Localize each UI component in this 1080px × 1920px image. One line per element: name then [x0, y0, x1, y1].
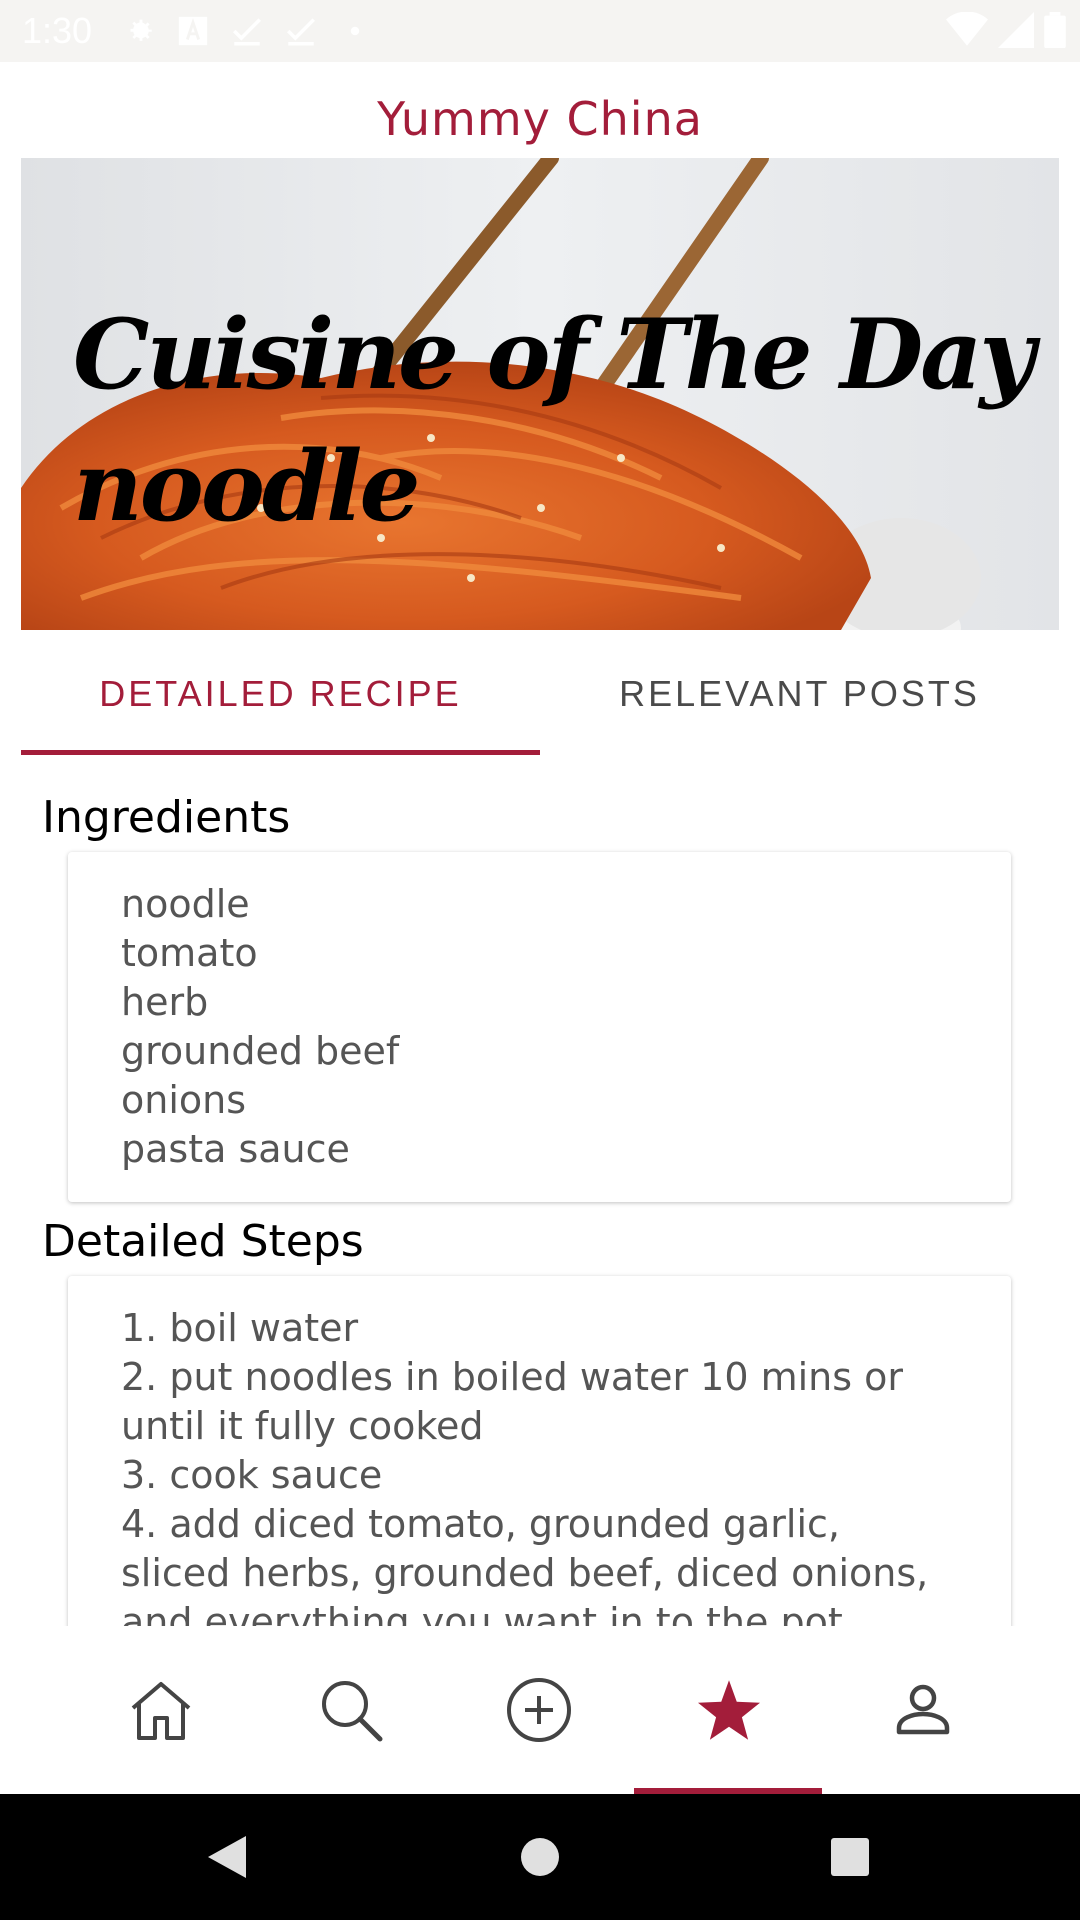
- dot-icon: [350, 26, 360, 36]
- tab-detailed-recipe[interactable]: DETAILED RECIPE: [21, 630, 540, 758]
- ingredient-item: onions: [121, 1078, 247, 1122]
- ingredient-item: grounded beef: [121, 1029, 400, 1073]
- steps-heading: Detailed Steps: [42, 1216, 364, 1267]
- hero-banner[interactable]: Cuisine of The Day noodle: [21, 158, 1059, 630]
- ingredients-heading: Ingredients: [42, 792, 291, 843]
- star-icon: [698, 1680, 760, 1740]
- recents-button[interactable]: [790, 1794, 910, 1920]
- bottom-navigation: [0, 1626, 1080, 1794]
- ingredient-item: tomato: [121, 931, 258, 975]
- home-icon: [131, 1682, 191, 1740]
- step-line: sliced herbs, grounded beef, diced onion…: [121, 1551, 929, 1595]
- text-a-icon: [178, 16, 208, 46]
- home-circle-icon: [521, 1838, 559, 1876]
- status-notification-icons: [122, 14, 372, 48]
- check-icon: [286, 18, 316, 46]
- nav-search[interactable]: [256, 1626, 446, 1794]
- nav-home[interactable]: [66, 1626, 256, 1794]
- status-bar: 1:30: [0, 0, 1080, 62]
- check-icon: [232, 18, 262, 46]
- system-navigation-bar: [0, 1794, 1080, 1920]
- step-line: and everything you want in to the pot: [121, 1600, 843, 1626]
- ingredient-item: herb: [121, 980, 209, 1024]
- step-line: 2. put noodles in boiled water 10 mins o…: [121, 1355, 904, 1399]
- home-button[interactable]: [480, 1794, 600, 1920]
- step-line: 4. add diced tomato, grounded garlic,: [121, 1502, 840, 1546]
- status-system-icons: [946, 12, 1066, 48]
- step-line: until it fully cooked: [121, 1404, 484, 1448]
- step-line: 1. boil water: [121, 1306, 359, 1350]
- ingredient-item: noodle: [121, 882, 250, 926]
- ingredients-card: noodle tomato herb grounded beef onions …: [68, 852, 1011, 1202]
- person-icon: [896, 1684, 950, 1735]
- battery-icon: [1044, 12, 1066, 48]
- step-line: 3. cook sauce: [121, 1453, 383, 1497]
- tab-bar: DETAILED RECIPE RELEVANT POSTS: [21, 630, 1059, 758]
- wifi-icon: [946, 12, 988, 46]
- recents-square-icon: [831, 1838, 869, 1876]
- steps-card: 1. boil water 2. put noodles in boiled w…: [68, 1276, 1011, 1626]
- app-title: Yummy China: [377, 92, 703, 146]
- hero-title: Cuisine of The Day: [73, 298, 1035, 411]
- settings-icon: [130, 19, 152, 41]
- nav-favorites[interactable]: [634, 1626, 824, 1794]
- nav-add[interactable]: [444, 1626, 634, 1794]
- hero-dish-name: noodle: [73, 430, 421, 543]
- add-circle-icon: [507, 1678, 571, 1742]
- ingredient-item: pasta sauce: [121, 1127, 350, 1171]
- tab-indicator: [21, 750, 540, 755]
- nav-profile[interactable]: [828, 1626, 1018, 1794]
- status-time: 1:30: [22, 10, 93, 51]
- recipe-content[interactable]: Ingredients noodle tomato herb grounded …: [0, 760, 1080, 1626]
- search-icon: [322, 1681, 383, 1742]
- back-triangle-icon: [208, 1836, 246, 1878]
- back-button[interactable]: [166, 1794, 286, 1920]
- tab-relevant-posts[interactable]: RELEVANT POSTS: [540, 630, 1059, 758]
- signal-icon: [998, 12, 1034, 48]
